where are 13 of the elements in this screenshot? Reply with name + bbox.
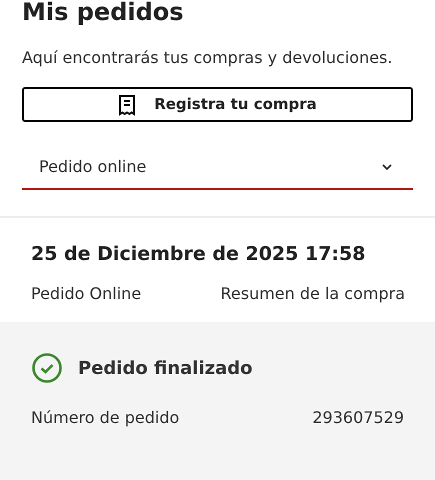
check-circle-icon — [31, 352, 63, 384]
order-status: Pedido finalizado — [78, 356, 252, 380]
order-channel: Pedido Online — [31, 283, 142, 305]
receipt-icon — [118, 94, 136, 116]
register-purchase-button[interactable]: Registra tu compra — [22, 87, 413, 122]
page-subtitle: Aquí encontrarás tus compras y devoluciones. — [22, 47, 394, 69]
page-title: Mis pedidos — [22, 0, 185, 27]
order-date: 25 de Diciembre de 2025 17:58 — [31, 242, 366, 267]
field-label: Número de pedido — [31, 407, 180, 429]
order-type-select[interactable]: Pedido online — [22, 146, 413, 190]
chevron-down-icon — [381, 163, 393, 171]
purchase-summary-link[interactable]: Resumen de la compra — [220, 282, 405, 306]
field-value: 293607529 — [312, 407, 404, 429]
